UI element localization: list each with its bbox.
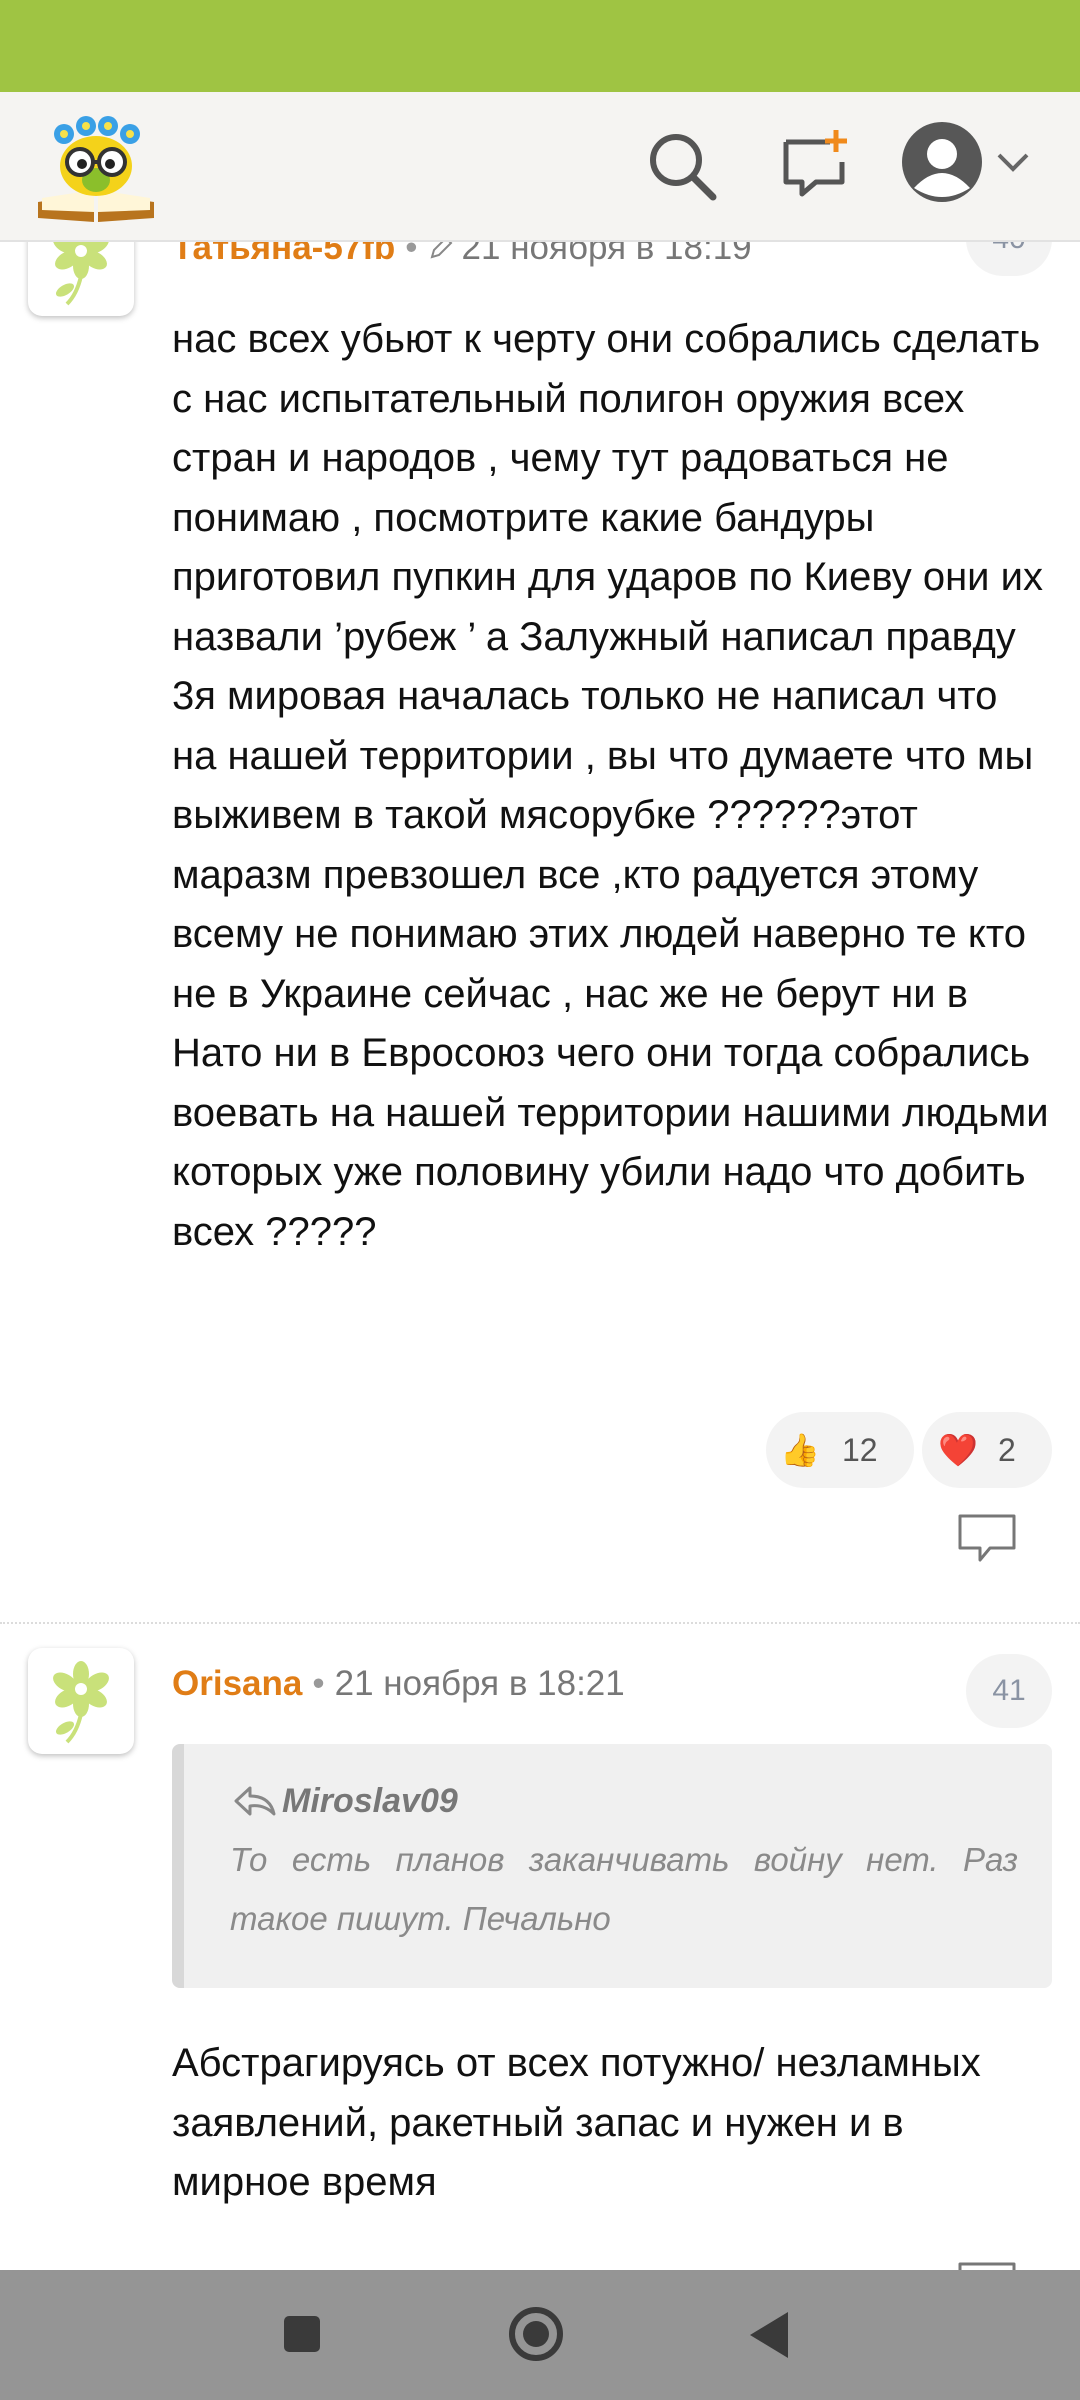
like-count: 12 (842, 1432, 878, 1468)
reply-icon[interactable] (956, 2260, 1018, 2270)
status-bar (0, 0, 1080, 92)
comments-feed: Татьяна-57fb • 21 ноября в 18:19 40 нас вс… (0, 240, 1080, 2270)
quoted-reply: Miroslav09 То есть планов заканчивать во… (172, 1744, 1052, 1988)
back-icon[interactable] (746, 2310, 792, 2360)
home-icon[interactable] (506, 2304, 566, 2364)
new-message-icon[interactable] (780, 128, 852, 200)
reply-arrow-icon (232, 1782, 282, 1820)
comment-author[interactable]: Orisana (172, 1664, 302, 1703)
avatar[interactable] (28, 240, 134, 316)
avatar[interactable] (28, 1648, 134, 1754)
comment-number-badge[interactable]: 40 (966, 240, 1052, 276)
comment-text: Абстрагируясь от всех потужно/ незламных… (172, 2041, 981, 2204)
pencil-icon (428, 240, 462, 267)
separator: • (405, 240, 418, 267)
profile-avatar-icon[interactable] (900, 120, 984, 204)
heart-icon: ❤️ (938, 1432, 978, 1468)
like-reaction[interactable]: 👍 12 (766, 1412, 914, 1488)
quote-text: То есть планов заканчивать войну нет. Ра… (230, 1841, 1018, 1937)
heart-reaction[interactable]: ❤️ 2 (922, 1412, 1052, 1488)
thumbs-up-icon: 👍 (780, 1432, 820, 1468)
reply-icon[interactable] (956, 1512, 1018, 1566)
search-icon[interactable] (646, 130, 718, 202)
heart-count: 2 (998, 1432, 1016, 1468)
quote-author[interactable]: Miroslav09 (232, 1782, 458, 1821)
comment-divider (0, 1622, 1080, 1624)
comment-meta: Orisana • 21 ноября в 18:21 (172, 1664, 625, 1704)
comment-timestamp: 21 ноября в 18:19 (461, 240, 752, 267)
comment-number-badge[interactable]: 41 (966, 1654, 1052, 1728)
comment-author[interactable]: Татьяна-57fb (172, 240, 395, 267)
comment-timestamp: 21 ноября в 18:21 (334, 1664, 625, 1703)
separator: • (312, 1664, 325, 1703)
logo[interactable] (34, 110, 158, 226)
system-nav-bar (0, 2270, 1080, 2400)
comment-text: нас всех убьют к черту они собрались сде… (172, 317, 1049, 1254)
comment-meta: Татьяна-57fb • 21 ноября в 18:19 (172, 240, 752, 268)
recent-apps-icon[interactable] (282, 2314, 322, 2354)
quote-author-name: Miroslav09 (282, 1782, 458, 1820)
app-header (0, 92, 1080, 242)
chevron-down-icon[interactable] (996, 150, 1030, 174)
